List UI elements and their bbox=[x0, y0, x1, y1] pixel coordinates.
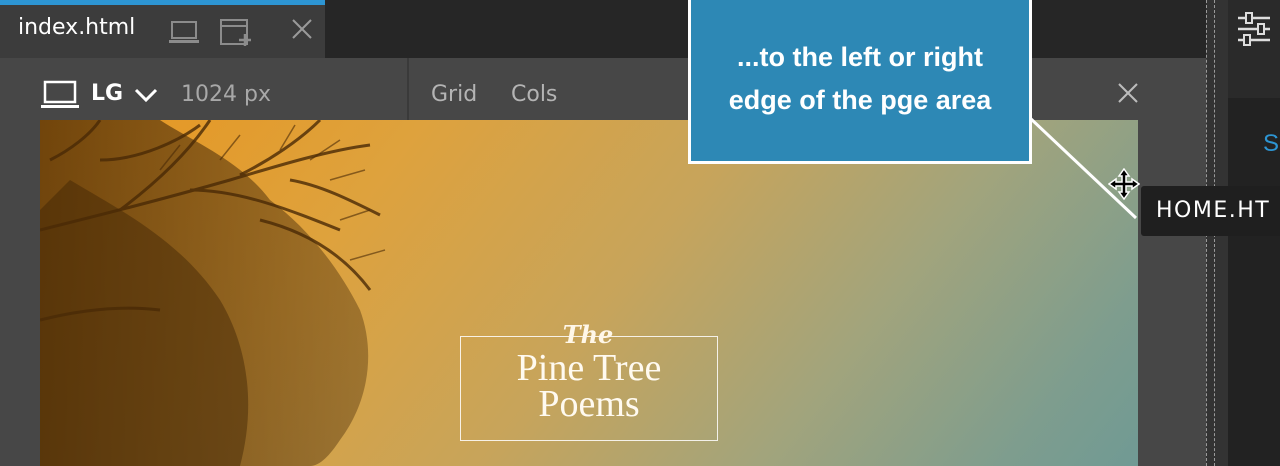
toolbar-divider bbox=[407, 58, 409, 120]
grid-toggle[interactable]: Grid bbox=[431, 82, 477, 107]
device-size-label[interactable]: LG bbox=[91, 81, 123, 106]
duplicate-window-icon[interactable] bbox=[219, 18, 253, 54]
width-readout: 1024 px bbox=[181, 82, 271, 107]
laptop-icon[interactable] bbox=[41, 80, 79, 114]
close-icon[interactable] bbox=[1117, 82, 1139, 108]
title-line-2: Poems bbox=[538, 383, 640, 425]
close-icon[interactable] bbox=[290, 17, 314, 45]
title-the-wrap: The bbox=[558, 320, 618, 350]
page-title: Pine Tree Poems bbox=[461, 347, 717, 425]
chevron-down-icon[interactable] bbox=[134, 88, 158, 108]
callout-line-2: edge of the pge area bbox=[728, 85, 992, 115]
laptop-icon[interactable] bbox=[168, 20, 200, 50]
drag-tooltip: HOME.HT bbox=[1141, 186, 1280, 236]
title-the: The bbox=[562, 320, 614, 349]
callout-line-1: ...to the left or right bbox=[737, 42, 983, 72]
callout-text: ...to the left or right edge of the pge … bbox=[691, 36, 1029, 122]
tab-index-html[interactable]: index.html bbox=[0, 0, 325, 58]
cols-toggle[interactable]: Cols bbox=[511, 82, 557, 107]
title-line-1: Pine Tree bbox=[516, 347, 662, 389]
instruction-callout: ...to the left or right edge of the pge … bbox=[688, 0, 1032, 164]
panel-label: S bbox=[1263, 130, 1280, 157]
move-cursor-icon bbox=[1107, 167, 1141, 204]
tab-title: index.html bbox=[18, 15, 136, 40]
settings-sliders-icon[interactable] bbox=[1236, 12, 1272, 50]
tooltip-text: HOME.HT bbox=[1156, 198, 1271, 223]
